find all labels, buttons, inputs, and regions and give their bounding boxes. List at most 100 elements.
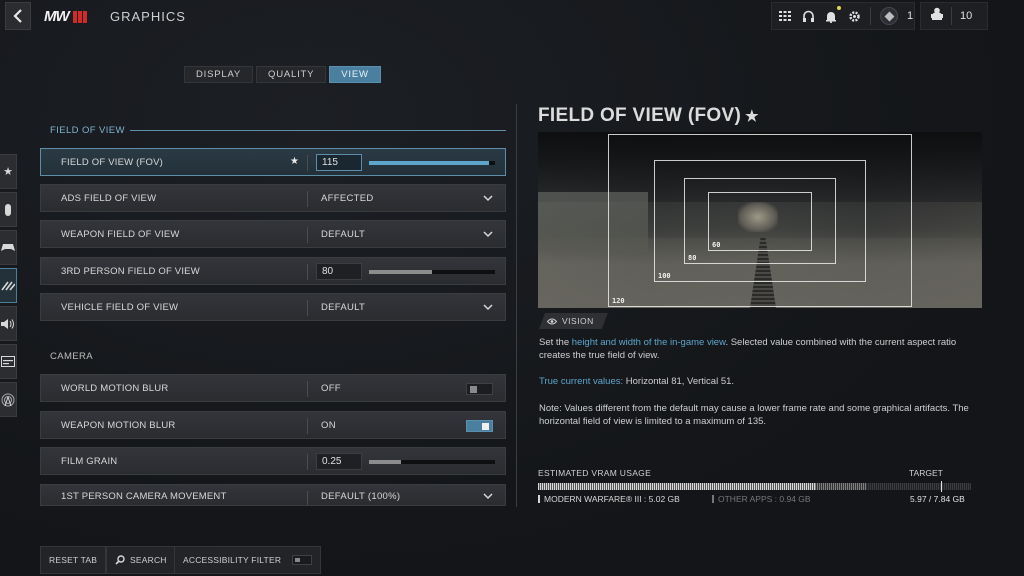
true-values-label: True current values: <box>539 376 624 387</box>
rail-interface[interactable] <box>0 344 17 379</box>
gamepad-icon <box>1 244 15 251</box>
3rd-person-fov-input[interactable]: 80 <box>316 263 362 280</box>
reset-tab-label: RESET TAB <box>49 555 98 565</box>
interface-icon <box>1 356 15 367</box>
rail-mouse[interactable] <box>0 192 17 227</box>
chevron-down-icon[interactable] <box>483 302 493 312</box>
party-widget[interactable]: 10 <box>920 2 988 30</box>
vram-other-usage: OTHER APPS : 0.94 GB <box>712 494 811 504</box>
chevron-down-icon[interactable] <box>483 491 493 501</box>
setting-row-weapon-fov[interactable]: WEAPON FIELD OF VIEW DEFAULT <box>40 220 506 248</box>
section-heading-fov: FIELD OF VIEW <box>50 125 125 136</box>
rail-network[interactable] <box>0 382 17 417</box>
3rd-person-fov-slider[interactable] <box>369 270 495 274</box>
rank-icon[interactable] <box>880 7 898 25</box>
vram-target-label: TARGET <box>909 468 943 478</box>
separator <box>307 491 308 505</box>
legend-marker <box>538 495 540 503</box>
accessibility-filter-toggle[interactable] <box>292 555 313 565</box>
vram-game-usage: MODERN WARFARE® III : 5.02 GB <box>538 494 680 504</box>
section-heading-camera: CAMERA <box>50 351 94 362</box>
vram-other-segment <box>815 483 868 490</box>
setting-row-ads-fov[interactable]: ADS FIELD OF VIEW AFFECTED <box>40 184 506 212</box>
toggle-value: OFF <box>321 382 341 394</box>
setting-label: 1ST PERSON CAMERA MOVEMENT <box>61 491 227 502</box>
dropdown-value: DEFAULT (100%) <box>321 491 401 502</box>
desc-highlight: height and width of the in-game view <box>571 337 726 348</box>
separator <box>951 7 952 25</box>
section-divider <box>130 130 506 131</box>
chevron-down-icon[interactable] <box>483 229 493 239</box>
search-label: SEARCH <box>130 555 167 565</box>
logo-bars <box>72 10 87 23</box>
speaker-icon <box>1 318 14 329</box>
search-button[interactable]: SEARCH <box>106 546 176 574</box>
favorite-star-icon[interactable]: ★ <box>290 156 299 167</box>
detail-title-text: FIELD OF VIEW (FOV) <box>538 105 742 126</box>
setting-label: FIELD OF VIEW (FOV) <box>61 156 163 168</box>
slider-fill <box>369 161 489 165</box>
rail-controller[interactable] <box>0 230 17 265</box>
separator <box>307 227 308 243</box>
page-title: GRAPHICS <box>110 9 186 24</box>
rail-audio[interactable] <box>0 306 17 341</box>
network-icon <box>1 393 15 406</box>
fov-slider[interactable] <box>369 161 495 165</box>
chevron-down-icon[interactable] <box>483 193 493 203</box>
vision-badge: VISION <box>539 313 608 329</box>
film-grain-input[interactable]: 0.25 <box>316 453 362 470</box>
detail-title: FIELD OF VIEW (FOV) ★ <box>538 105 759 127</box>
search-icon <box>115 555 125 565</box>
vram-game-segment <box>538 483 816 490</box>
fov-frame-label: 60 <box>712 241 721 249</box>
setting-row-world-motion-blur[interactable]: WORLD MOTION BLUR OFF <box>40 374 506 402</box>
setting-row-fov[interactable]: FIELD OF VIEW (FOV) ★ 115 <box>40 148 506 176</box>
vision-badge-label: VISION <box>562 316 594 326</box>
fov-preview-image: 120 100 80 60 <box>538 132 982 308</box>
vram-game-usage-text: MODERN WARFARE® III : 5.02 GB <box>544 494 680 504</box>
grid-icon[interactable] <box>778 9 792 23</box>
tab-quality[interactable]: QUALITY <box>256 66 327 83</box>
weapon-motion-blur-toggle[interactable] <box>466 420 493 432</box>
tab-display[interactable]: DISPLAY <box>184 66 254 83</box>
dropdown-value: DEFAULT <box>321 228 366 240</box>
back-button[interactable] <box>5 2 31 30</box>
game-logo: MW <box>44 8 87 25</box>
setting-label: VEHICLE FIELD OF VIEW <box>61 301 179 313</box>
fov-value-input[interactable]: 115 <box>316 154 362 171</box>
setting-row-weapon-motion-blur[interactable]: WEAPON MOTION BLUR ON <box>40 411 506 439</box>
setting-row-camera-movement[interactable]: 1ST PERSON CAMERA MOVEMENT DEFAULT (100%… <box>40 484 506 506</box>
vram-usage-bar <box>538 481 971 492</box>
accessibility-filter-button[interactable]: ACCESSIBILITY FILTER <box>174 546 322 574</box>
mouse-icon <box>5 203 11 216</box>
gear-icon[interactable] <box>847 9 861 23</box>
headset-icon[interactable] <box>801 9 815 23</box>
setting-label: 3RD PERSON FIELD OF VIEW <box>61 265 200 277</box>
reset-tab-button[interactable]: RESET TAB <box>40 546 107 574</box>
fov-frame-label: 80 <box>688 254 697 262</box>
setting-label: FILM GRAIN <box>61 455 118 467</box>
tab-view[interactable]: VIEW <box>329 66 381 83</box>
true-values: True current values: Horizontal 81, Vert… <box>539 375 979 388</box>
eye-icon <box>547 318 557 325</box>
setting-row-film-grain[interactable]: FILM GRAIN 0.25 <box>40 447 506 475</box>
film-grain-slider[interactable] <box>369 460 495 464</box>
true-values-text: Horizontal 81, Vertical 51. <box>623 376 735 387</box>
separator <box>307 381 308 397</box>
setting-label: ADS FIELD OF VIEW <box>61 192 157 204</box>
slider-fill <box>369 460 401 464</box>
rail-graphics[interactable] <box>0 268 17 303</box>
toggle-value: ON <box>321 419 336 431</box>
dropdown-value: DEFAULT <box>321 301 366 313</box>
setting-row-vehicle-fov[interactable]: VEHICLE FIELD OF VIEW DEFAULT <box>40 293 506 321</box>
separator <box>307 191 308 207</box>
fov-frame-60: 60 <box>708 192 812 251</box>
world-motion-blur-toggle[interactable] <box>466 383 493 395</box>
fov-frame-label: 120 <box>612 297 625 305</box>
rail-favorites[interactable]: ★ <box>0 154 17 189</box>
detail-description: Set the height and width of the in-game … <box>539 336 979 362</box>
setting-label: WEAPON FIELD OF VIEW <box>61 228 180 240</box>
bell-icon[interactable] <box>824 6 841 23</box>
setting-row-3rd-person-fov[interactable]: 3RD PERSON FIELD OF VIEW 80 <box>40 257 506 285</box>
vram-label: ESTIMATED VRAM USAGE <box>538 468 652 478</box>
